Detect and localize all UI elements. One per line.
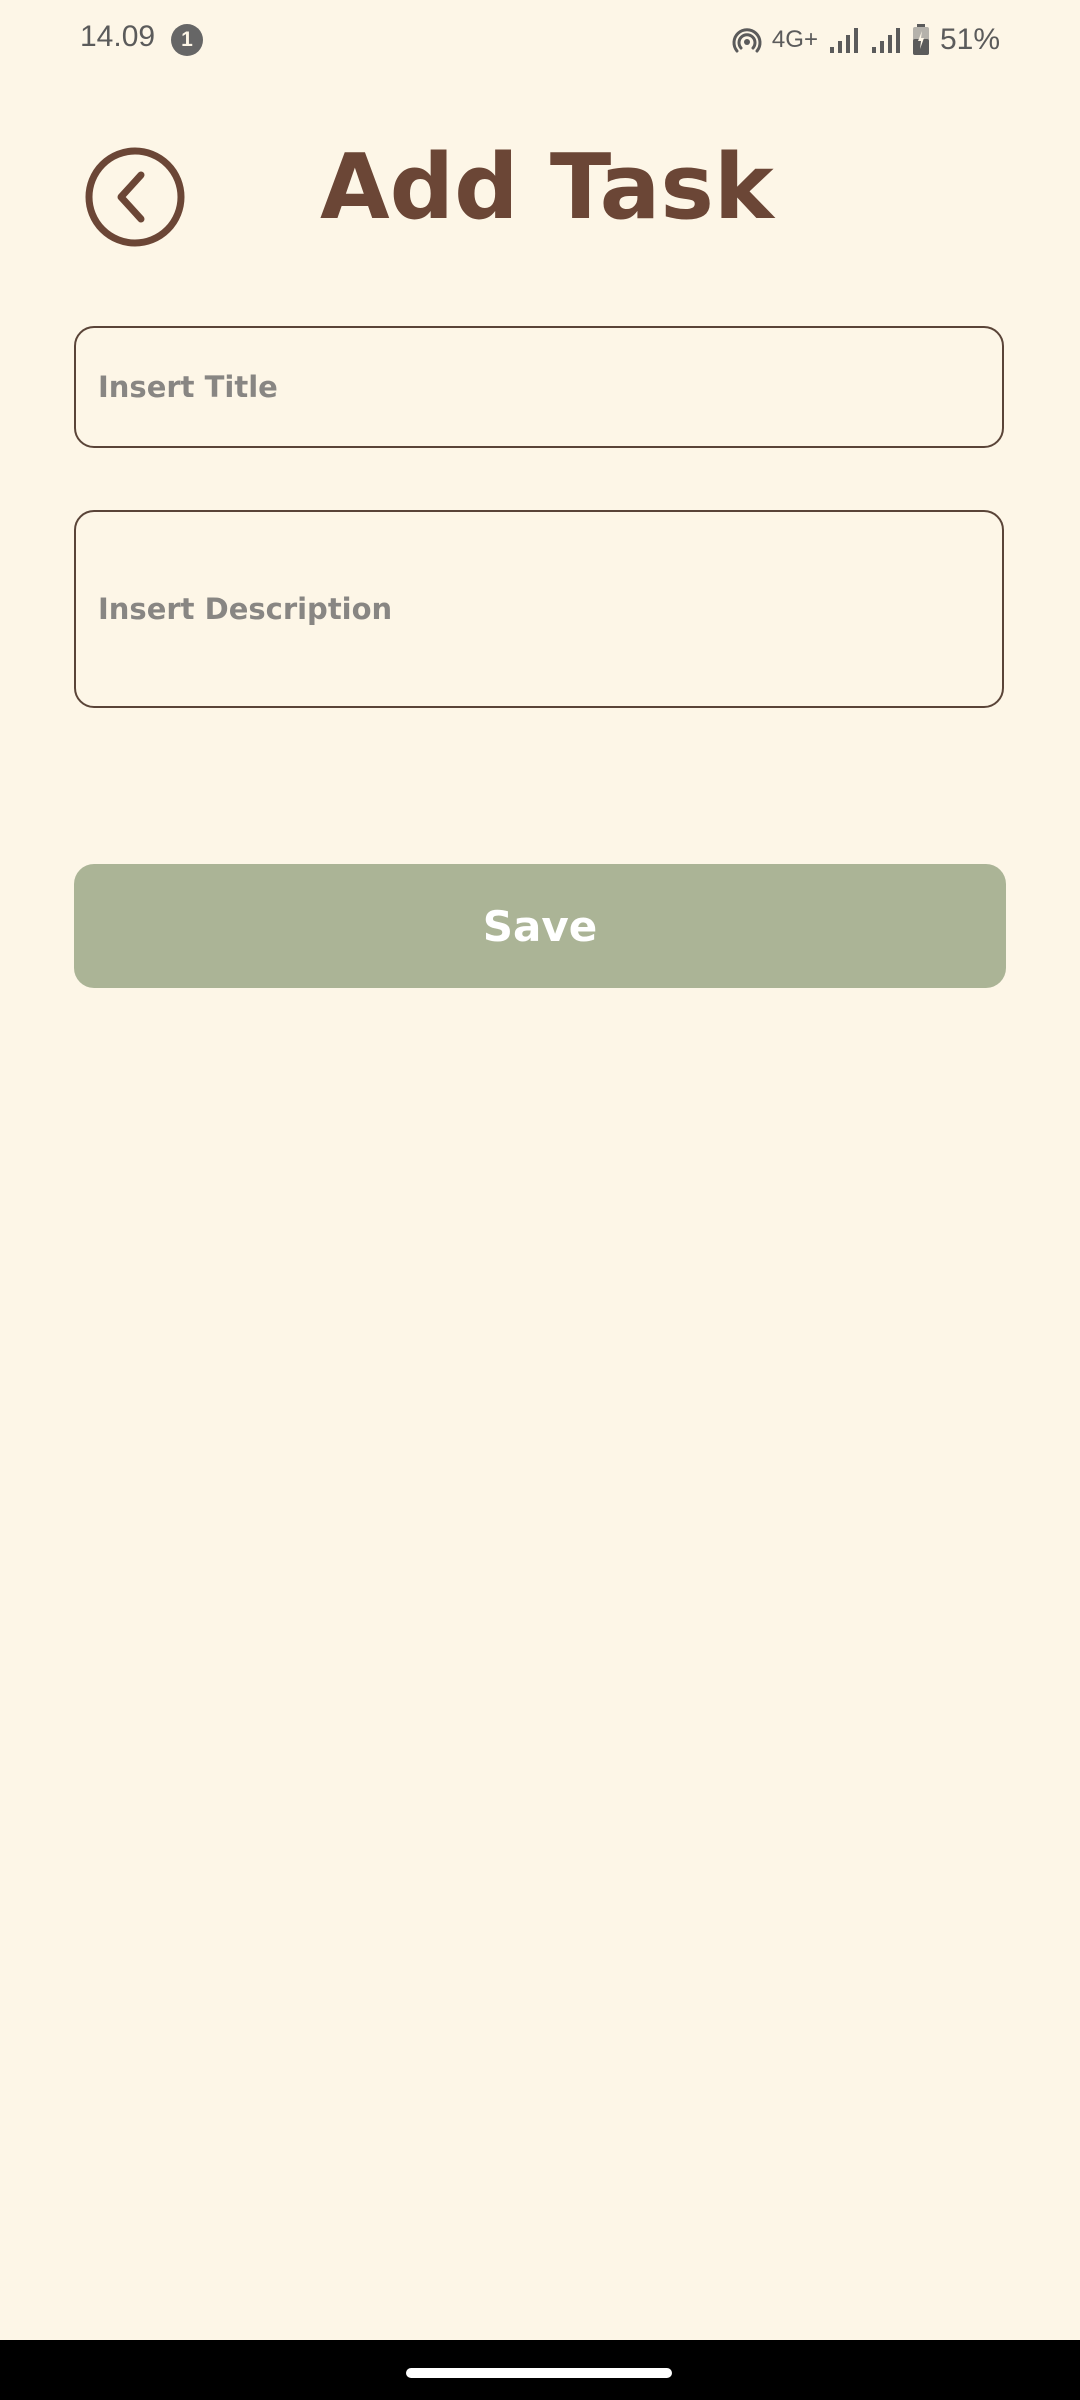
back-button[interactable] bbox=[85, 147, 185, 247]
status-bar: 14.09 1 4G+ 51% bbox=[0, 0, 1080, 80]
title-input[interactable] bbox=[74, 326, 1004, 448]
battery-level: 51% bbox=[939, 23, 1000, 56]
description-input[interactable] bbox=[74, 510, 1004, 708]
network-type: 4G+ bbox=[771, 26, 818, 53]
notification-badge: 1 bbox=[171, 24, 203, 56]
page-title: Add Task bbox=[320, 135, 774, 240]
home-indicator[interactable] bbox=[406, 2368, 672, 2378]
signal-icon bbox=[829, 28, 858, 53]
signal-icon-secondary bbox=[871, 28, 900, 53]
navigation-bar bbox=[0, 2340, 1080, 2400]
chevron-left-circle-icon bbox=[85, 147, 185, 247]
status-icons: 4G+ 51% bbox=[732, 20, 1000, 60]
status-time: 14.09 bbox=[80, 20, 156, 53]
save-button[interactable]: Save bbox=[74, 864, 1006, 988]
battery-icon bbox=[912, 24, 929, 55]
hotspot-icon bbox=[732, 28, 762, 53]
